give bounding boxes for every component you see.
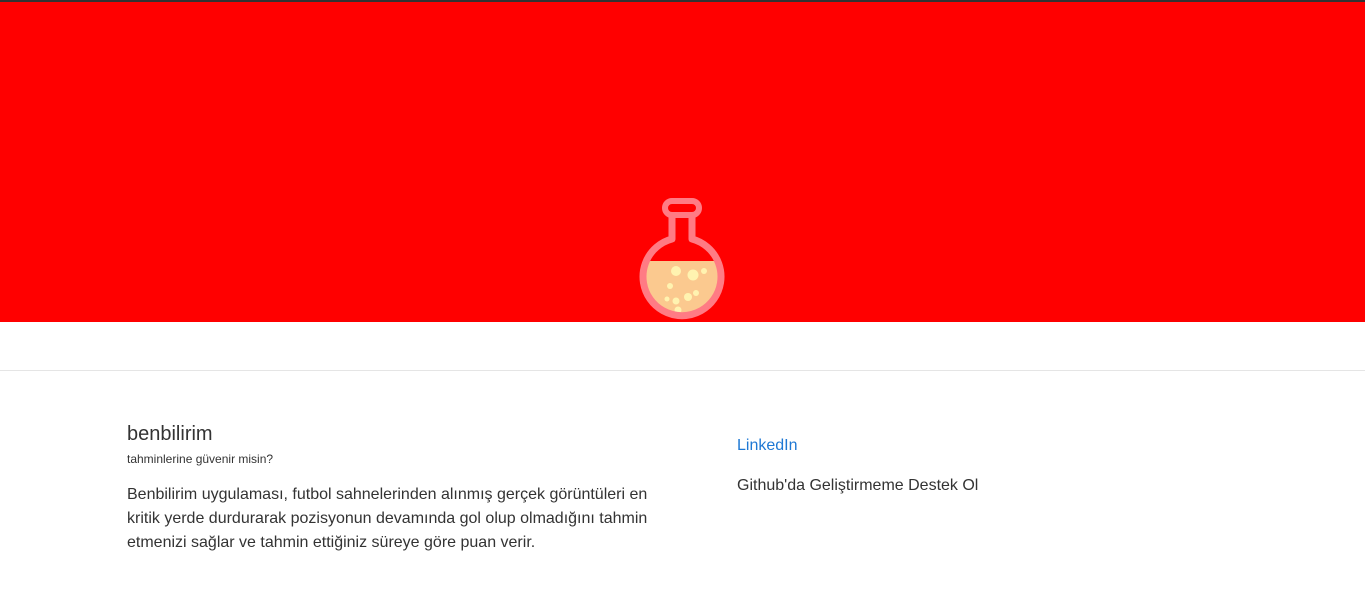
app-subtitle: tahminlerine güvenir misin? xyxy=(127,452,274,466)
hero-banner xyxy=(0,2,1365,322)
app-title: benbilirim xyxy=(127,423,213,445)
links-section: LinkedIn Github'da Geliştirmeme Destek O… xyxy=(737,435,1237,497)
linkedin-link[interactable]: LinkedIn xyxy=(737,435,1237,457)
app-description: Benbilirim uygulaması, futbol sahnelerin… xyxy=(127,486,648,551)
flask-icon xyxy=(639,198,725,320)
github-support-link[interactable]: Github'da Geliştirmeme Destek Ol xyxy=(737,475,1237,497)
section-divider xyxy=(0,370,1365,371)
about-section: benbilirim tahminlerine güvenir misin? B… xyxy=(127,422,667,555)
